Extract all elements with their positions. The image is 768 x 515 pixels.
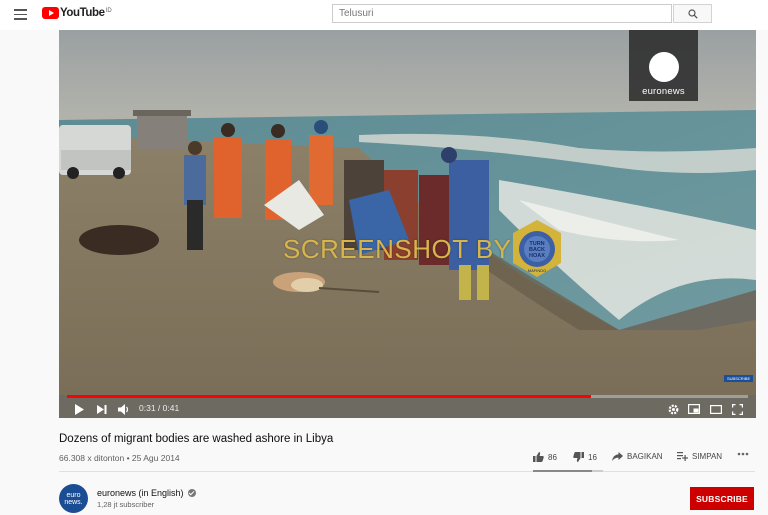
channel-name-row[interactable]: euronews (in English) [97,488,196,498]
logo-region: ID [105,8,112,14]
theater-mode-button[interactable] [709,402,723,416]
playlist-add-icon [677,452,688,461]
dislike-button[interactable]: 16 [573,452,597,462]
search-icon [687,8,698,19]
like-count: 86 [548,452,557,462]
fullscreen-icon [731,403,743,415]
youtube-logo-icon [42,7,59,19]
channel-watermark-text: euronews [642,86,685,97]
badge-footer: MAFINDO [528,268,546,273]
miniplayer-button[interactable] [687,402,701,416]
fullscreen-button[interactable] [730,402,744,416]
theater-icon [710,404,722,414]
share-icon [612,452,623,461]
search-input[interactable]: Telusuri [332,4,672,23]
video-player[interactable]: euronews SCREENSHOT BY TURN BACK HOAX MA… [59,30,756,418]
play-icon [75,403,84,415]
channel-watermark: euronews [629,30,698,101]
save-label: SIMPAN [692,452,723,461]
divider [59,471,755,472]
channel-name[interactable]: euronews (in English) [97,488,184,498]
subscriber-count: 1,28 jt subscriber [97,500,155,509]
view-count-date: 66.308 x ditonton • 25 Agu 2014 [59,453,180,463]
time-display: 0:31 / 0:41 [139,403,180,413]
thumbs-down-icon [573,452,584,462]
volume-icon [118,403,129,415]
thumbs-up-icon [533,452,544,462]
video-subscribe-overlay[interactable]: SUBSCRIBE [724,375,754,382]
subscribe-button[interactable]: SUBSCRIBE [690,487,754,510]
turnbackhoax-badge-icon: TURN BACK HOAX MAFINDO [513,220,561,277]
save-button[interactable]: SIMPAN [677,452,722,461]
progress-bar[interactable] [67,395,748,398]
masthead: YouTube ID Telusuri [0,0,768,30]
euronews-logo-icon [648,52,679,82]
share-label: BAGIKAN [627,452,663,461]
channel-avatar[interactable]: euro news. [59,484,88,513]
progress-fill [67,395,592,398]
sentiment-fill [533,470,592,472]
play-button[interactable] [72,402,86,416]
like-button[interactable]: 86 [533,452,557,462]
settings-button[interactable] [666,402,680,416]
search-button[interactable] [673,4,712,23]
badge-text-bottom: HOAX [529,253,545,259]
dislike-count: 16 [588,452,597,462]
more-horizontal-icon [737,452,749,456]
verified-icon [187,489,196,497]
gear-icon [668,404,678,414]
video-title: Dozens of migrant bodies are washed asho… [59,433,334,445]
miniplayer-icon [688,404,700,414]
menu-icon[interactable] [14,9,27,20]
volume-button[interactable] [117,402,131,416]
next-button[interactable] [95,402,109,416]
sentiment-bar [533,470,603,472]
logo-text: YouTube [60,7,105,19]
next-icon [97,404,107,414]
share-button[interactable]: BAGIKAN [612,452,663,461]
more-actions-button[interactable] [737,452,753,456]
screenshot-watermark: SCREENSHOT BY [283,234,512,264]
youtube-logo[interactable]: YouTube ID [42,7,112,19]
